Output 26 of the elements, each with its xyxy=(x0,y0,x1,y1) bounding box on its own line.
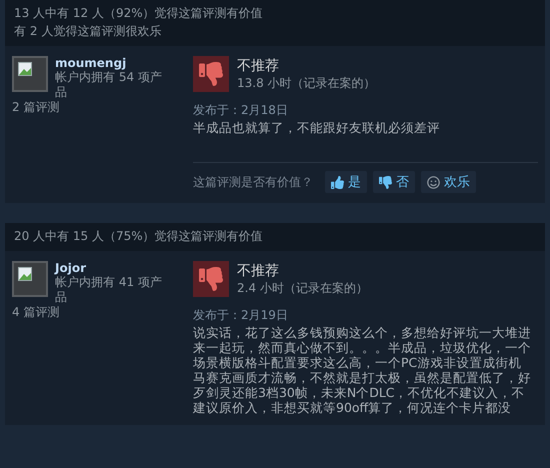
review-text: 说实话，花了这么多钱预购这么个，多想给好评坑一大堆进来一起玩，然而真心做不到。。。半成品，垃圾优化，一个场景横版格斗配置要求这么高，一个PC游戏非设置成街机马赛克画质才流畅，不然就是打太极，虽然是配置低了，好歹剑灵还能3档30帧，未来N个DLC，不优化不建议入，不建议原价入，非想买就等90off算了，何况连个卡片都没 xyxy=(193,325,532,415)
posted-date: 发布于：2月19日 xyxy=(193,307,289,323)
author-name[interactable]: moumengj xyxy=(55,56,165,70)
products-owned: 帐户内拥有 41 项产品 xyxy=(55,275,163,305)
vote-button[interactable]: 否 xyxy=(373,171,415,193)
review-text: 半成品也就算了，不能跟好友联机必须差评 xyxy=(193,120,441,135)
verdict: 不推荐 xyxy=(237,262,280,280)
hours-played: 13.8 小时（记录在案的） xyxy=(237,75,376,91)
broken-image-icon xyxy=(18,267,32,281)
posted-date: 发布于：2月18日 xyxy=(193,102,289,118)
thumbs-up-icon xyxy=(331,176,344,188)
author-name[interactable]: Jojor xyxy=(55,261,165,275)
smiley-icon xyxy=(427,176,440,188)
broken-image-icon xyxy=(18,62,32,76)
funny-summary: 有 2 人觉得这篇评测很欢乐 xyxy=(14,23,162,40)
hours-played: 2.4 小时（记录在案的） xyxy=(237,280,368,296)
vote-button[interactable]: 是 xyxy=(325,171,367,193)
review-count: 2 篇评测 xyxy=(12,100,60,115)
thumbs-down-icon xyxy=(379,176,392,188)
helpful-summary: 20 人中有 15 人（75%）觉得这篇评测有价值 xyxy=(14,228,264,245)
verdict: 不推荐 xyxy=(237,57,280,75)
vote-button[interactable]: 欢乐 xyxy=(421,171,476,193)
review-count: 4 篇评测 xyxy=(12,305,60,320)
vote-prompt: 这篇评测是否有价值？ xyxy=(193,174,313,190)
products-owned: 帐户内拥有 54 项产品 xyxy=(55,70,163,100)
helpful-summary: 13 人中有 12 人（92%）觉得这篇评测有价值 xyxy=(14,5,264,22)
